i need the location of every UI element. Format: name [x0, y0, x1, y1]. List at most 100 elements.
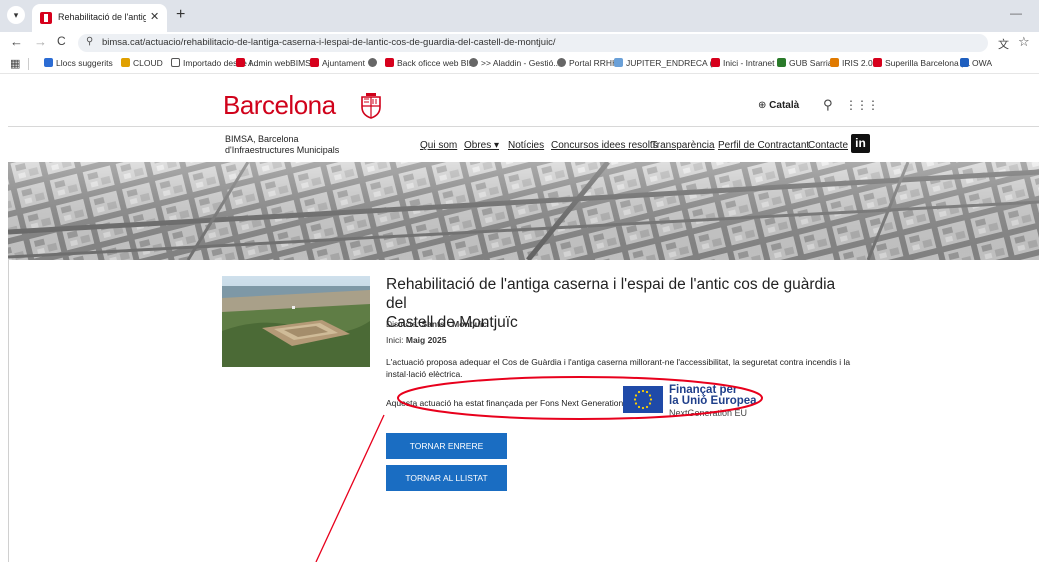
header-divider: [8, 126, 1039, 127]
project-thumbnail-image: [222, 276, 370, 367]
folder-icon: [171, 58, 180, 67]
nav-obres[interactable]: Obres ▾: [464, 140, 499, 151]
annotation-pointer-line: [315, 414, 385, 562]
bookmark-label: JUPITER_ENDRECA (...: [626, 58, 720, 68]
browser-window: ▾ Rehabilitació de l'antiga caserna ✕ + …: [0, 0, 1039, 562]
nav-concursos[interactable]: Concursos idees resolts: [551, 140, 658, 151]
active-tab[interactable]: Rehabilitació de l'antiga caserna ✕: [32, 4, 167, 32]
brand-line-1: BIMSA, Barcelona: [225, 134, 299, 144]
bookmark-item[interactable]: >> Aladdin - Gestió...: [469, 58, 560, 68]
bookmark-label: Inici - Intranet: [723, 58, 775, 68]
globe-icon: ⊕: [758, 100, 770, 111]
bookmark-item[interactable]: OWA: [960, 58, 992, 68]
bookmark-item[interactable]: Llocs suggerits: [44, 58, 113, 68]
globe-icon: [557, 58, 566, 67]
bookmark-label: Llocs suggerits: [56, 58, 113, 68]
bookmark-favicon-icon: [121, 58, 130, 67]
brand-line-2: d'Infraestructures Municipals: [225, 145, 340, 155]
bookmark-item[interactable]: Portal RRHH: [557, 58, 618, 68]
bookmark-favicon-icon: [960, 58, 969, 67]
start-value: Maig 2025: [405, 335, 447, 345]
back-to-list-button[interactable]: TORNAR AL LLISTAT: [386, 465, 507, 491]
forward-arrow-icon[interactable]: →: [34, 34, 47, 49]
new-tab-button[interactable]: +: [176, 6, 185, 24]
bookmark-item[interactable]: JUPITER_ENDRECA (...: [614, 58, 720, 68]
bookmark-label: IRIS 2.0:: [842, 58, 876, 68]
eu-flag-icon: [623, 386, 663, 413]
back-arrow-icon[interactable]: ←: [10, 34, 23, 49]
nav-contacte[interactable]: Contacte: [808, 140, 848, 151]
bookmark-favicon-icon: [711, 58, 720, 67]
district-info: Districte: Sants - Montjuïc: [386, 319, 487, 329]
bookmark-item[interactable]: Admin webBIMSA: [236, 58, 317, 68]
eu-funded-line-2: la Unió Europea: [669, 395, 757, 407]
bookmark-item[interactable]: Ajuntament: [310, 58, 365, 68]
left-border-line: [8, 260, 9, 562]
nav-noticies[interactable]: Notícies: [508, 140, 544, 151]
bookmark-label: Back oficce web BI...: [397, 58, 476, 68]
bookmarks-bar: ▦ Llocs suggerits CLOUD Importado desde …: [0, 54, 1039, 74]
district-label: Districte:: [386, 319, 420, 329]
bookmark-favicon-icon: [310, 58, 319, 67]
barcelona-favicon-icon: [40, 12, 52, 24]
barcelona-crest-icon: [361, 93, 381, 119]
bookmark-favicon-icon: [873, 58, 882, 67]
url-text: bimsa.cat/actuacio/rehabilitacio-de-lant…: [102, 37, 556, 48]
minimize-icon[interactable]: —: [1010, 6, 1022, 20]
bookmark-label: OWA: [972, 58, 992, 68]
start-label: Inici:: [386, 335, 404, 345]
bookmark-label: Superilla Barcelona |...: [885, 58, 971, 68]
bookmark-item[interactable]: Inici - Intranet: [711, 58, 775, 68]
bookmark-item[interactable]: Superilla Barcelona |...: [873, 58, 970, 68]
nav-perfil-contractant[interactable]: Perfil de Contractant: [718, 140, 809, 151]
bookmark-favicon-icon: [777, 58, 786, 67]
bookmark-favicon-icon: [385, 58, 394, 67]
apps-grid-icon[interactable]: ▦: [10, 57, 20, 70]
address-bar[interactable]: ⚲ bimsa.cat/actuacio/rehabilitacio-de-la…: [78, 34, 988, 52]
bookmark-label: >> Aladdin - Gestió...: [481, 58, 561, 68]
site-info-icon[interactable]: ⚲: [86, 36, 93, 47]
linkedin-icon[interactable]: in: [851, 134, 870, 153]
bookmark-label: Ajuntament: [322, 58, 365, 68]
bookmark-label: GUB Sarria: [789, 58, 833, 68]
bookmark-favicon-icon: [44, 58, 53, 67]
barcelona-logo[interactable]: Barcelona: [223, 90, 336, 121]
project-title-line-1: Rehabilitació de l'antiga caserna i l'es…: [386, 276, 836, 312]
bookmark-item[interactable]: IRIS 2.0:: [830, 58, 875, 68]
project-description: L'actuació proposa adequar el Cos de Guà…: [386, 357, 851, 379]
bookmark-item[interactable]: Back oficce web BI...: [385, 58, 476, 68]
reload-icon[interactable]: C: [57, 34, 66, 48]
apps-menu-icon[interactable]: ⋮⋮⋮: [845, 98, 879, 112]
bookmark-label: Portal RRHH: [569, 58, 619, 68]
search-icon[interactable]: ⚲: [823, 97, 833, 113]
tab-bar: ▾ Rehabilitació de l'antiga caserna ✕ + …: [0, 0, 1039, 32]
bookmark-item[interactable]: [368, 58, 380, 68]
language-selector[interactable]: ⊕ Català: [758, 100, 799, 111]
nav-qui-som[interactable]: Qui som: [420, 140, 457, 151]
bookmark-star-icon[interactable]: ☆: [1018, 34, 1030, 50]
tab-close-icon[interactable]: ✕: [150, 10, 159, 23]
bookmark-favicon-icon: [614, 58, 623, 67]
bookmark-label: Admin webBIMSA: [248, 58, 317, 68]
bookmark-item[interactable]: GUB Sarria: [777, 58, 832, 68]
bookmark-item[interactable]: CLOUD: [121, 58, 163, 68]
globe-icon: [368, 58, 377, 67]
language-label: Català: [769, 100, 800, 111]
bookmark-favicon-icon: [236, 58, 245, 67]
bookmark-favicon-icon: [830, 58, 839, 67]
funding-text: Aquesta actuació ha estat finançada per …: [386, 398, 624, 408]
nav-transparencia[interactable]: Transparència: [651, 140, 715, 151]
bookmark-separator: [28, 58, 29, 70]
bookmark-label: CLOUD: [133, 58, 163, 68]
browser-toolbar: ← → C ⚲ bimsa.cat/actuacio/rehabilitacio…: [0, 32, 1039, 54]
bimsa-brand[interactable]: BIMSA, Barcelona d'Infraestructures Muni…: [225, 134, 339, 156]
start-info: Inici: Maig 2025: [386, 335, 447, 345]
back-button[interactable]: TORNAR ENRERE: [386, 433, 507, 459]
eu-funded-line-3: NextGeneration EU: [669, 408, 748, 418]
hero-city-image: [8, 162, 1039, 260]
globe-icon: [469, 58, 478, 67]
tab-title: Rehabilitació de l'antiga caserna: [58, 12, 146, 22]
translate-icon[interactable]: 文: [998, 36, 1009, 52]
district-value: Sants - Montjuïc: [421, 319, 488, 329]
tab-search-icon[interactable]: ▾: [7, 6, 25, 24]
